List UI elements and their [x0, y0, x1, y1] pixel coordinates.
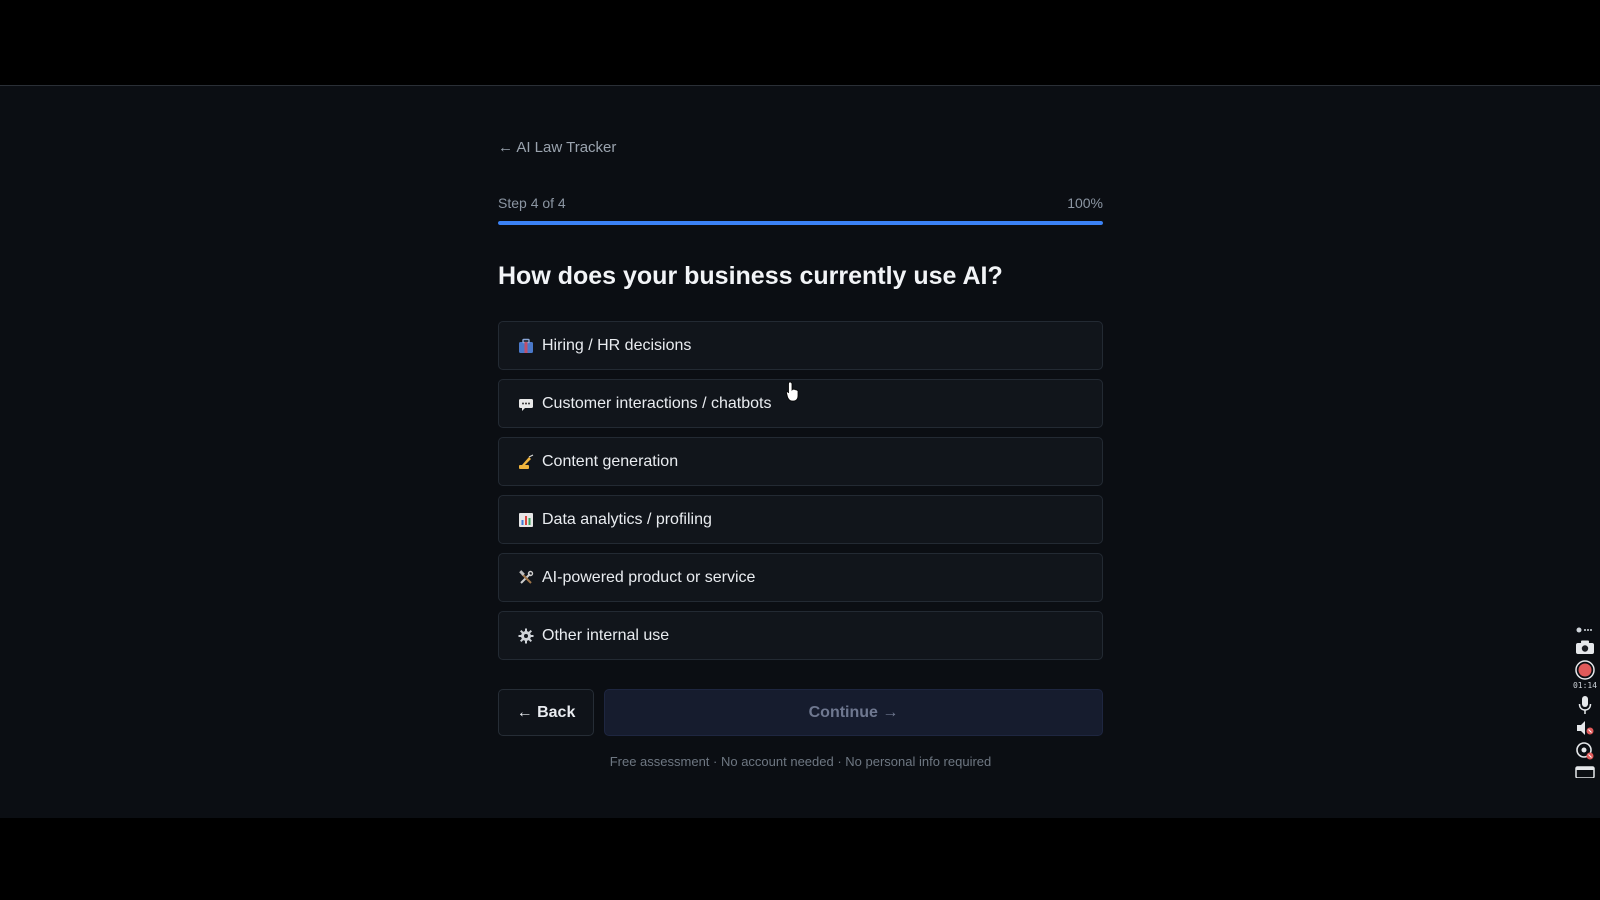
record-button[interactable]: 01:14 [1572, 660, 1598, 690]
gear-icon [518, 628, 534, 644]
option-label: Hiring / HR decisions [542, 336, 692, 354]
navigation-buttons: ← Back Continue → [498, 689, 1103, 736]
mouse-pointer-icon [786, 381, 799, 402]
option-ai-product[interactable]: AI-powered product or service [498, 553, 1103, 602]
recording-timer: 01:14 [1572, 681, 1598, 690]
progress-percent: 100% [1067, 195, 1103, 211]
option-content-generation[interactable]: Content generation [498, 437, 1103, 486]
writing-hand-icon [518, 453, 534, 470]
recorder-menu-button[interactable] [1574, 626, 1596, 634]
continue-button[interactable]: Continue → [604, 689, 1103, 736]
step-label: Step 4 of 4 [498, 195, 566, 211]
footnote: Free assessment · No account needed · No… [609, 754, 992, 769]
back-button[interactable]: ← Back [498, 689, 594, 736]
back-to-tracker-link[interactable]: ← AI Law Tracker [498, 139, 616, 156]
screen-recorder-toolbar: 01:14 [1570, 626, 1600, 818]
options-list: Hiring / HR decisions Customer interacti… [498, 321, 1103, 669]
option-label: AI-powered product or service [542, 568, 756, 586]
app-frame: ← AI Law Tracker Step 4 of 4 100% How do… [0, 85, 1600, 818]
window-icon[interactable] [1574, 766, 1596, 778]
option-label: Content generation [542, 452, 679, 470]
progress-bar-fill [498, 221, 1103, 225]
bar-chart-icon [518, 512, 534, 528]
option-data-analytics[interactable]: Data analytics / profiling [498, 495, 1103, 544]
progress-header: Step 4 of 4 100% [498, 195, 1103, 211]
camera-icon[interactable] [1574, 639, 1596, 655]
option-customer-chatbots[interactable]: Customer interactions / chatbots [498, 379, 1103, 428]
option-other-internal[interactable]: Other internal use [498, 611, 1103, 660]
option-label: Data analytics / profiling [542, 510, 712, 528]
question-title: How does your business currently use AI? [498, 262, 1003, 290]
speaker-muted-icon[interactable] [1574, 720, 1596, 736]
tools-icon [518, 569, 534, 586]
webcam-off-icon[interactable] [1574, 741, 1596, 761]
progress-bar [498, 221, 1103, 225]
briefcase-icon [518, 338, 534, 354]
option-label: Customer interactions / chatbots [542, 394, 772, 412]
microphone-icon[interactable] [1574, 695, 1596, 715]
chat-bubble-icon [518, 396, 534, 412]
option-hiring-hr[interactable]: Hiring / HR decisions [498, 321, 1103, 370]
option-label: Other internal use [542, 626, 670, 644]
